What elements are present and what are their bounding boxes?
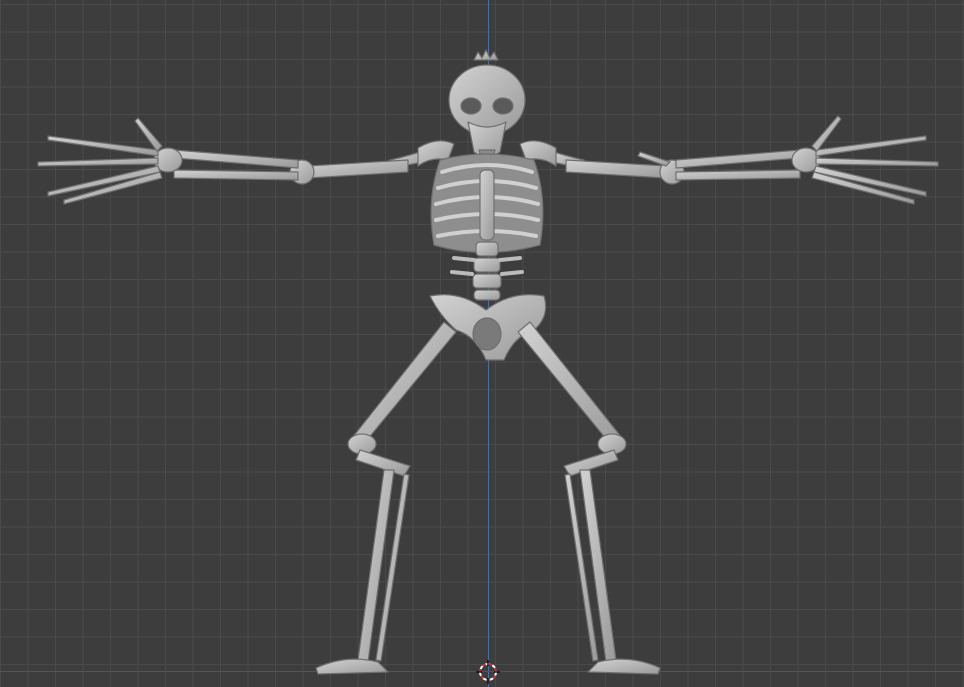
- 3d-viewport[interactable]: [0, 0, 964, 687]
- ribcage[interactable]: [430, 153, 544, 254]
- left-hand[interactable]: [37, 117, 163, 205]
- 3d-cursor-icon[interactable]: [476, 660, 500, 684]
- right-hand[interactable]: [811, 115, 939, 205]
- left-leg[interactable]: [315, 321, 457, 675]
- left-arm[interactable]: [153, 147, 409, 185]
- skeleton-model[interactable]: [0, 0, 964, 687]
- right-leg[interactable]: [517, 321, 661, 675]
- right-arm[interactable]: [565, 147, 821, 185]
